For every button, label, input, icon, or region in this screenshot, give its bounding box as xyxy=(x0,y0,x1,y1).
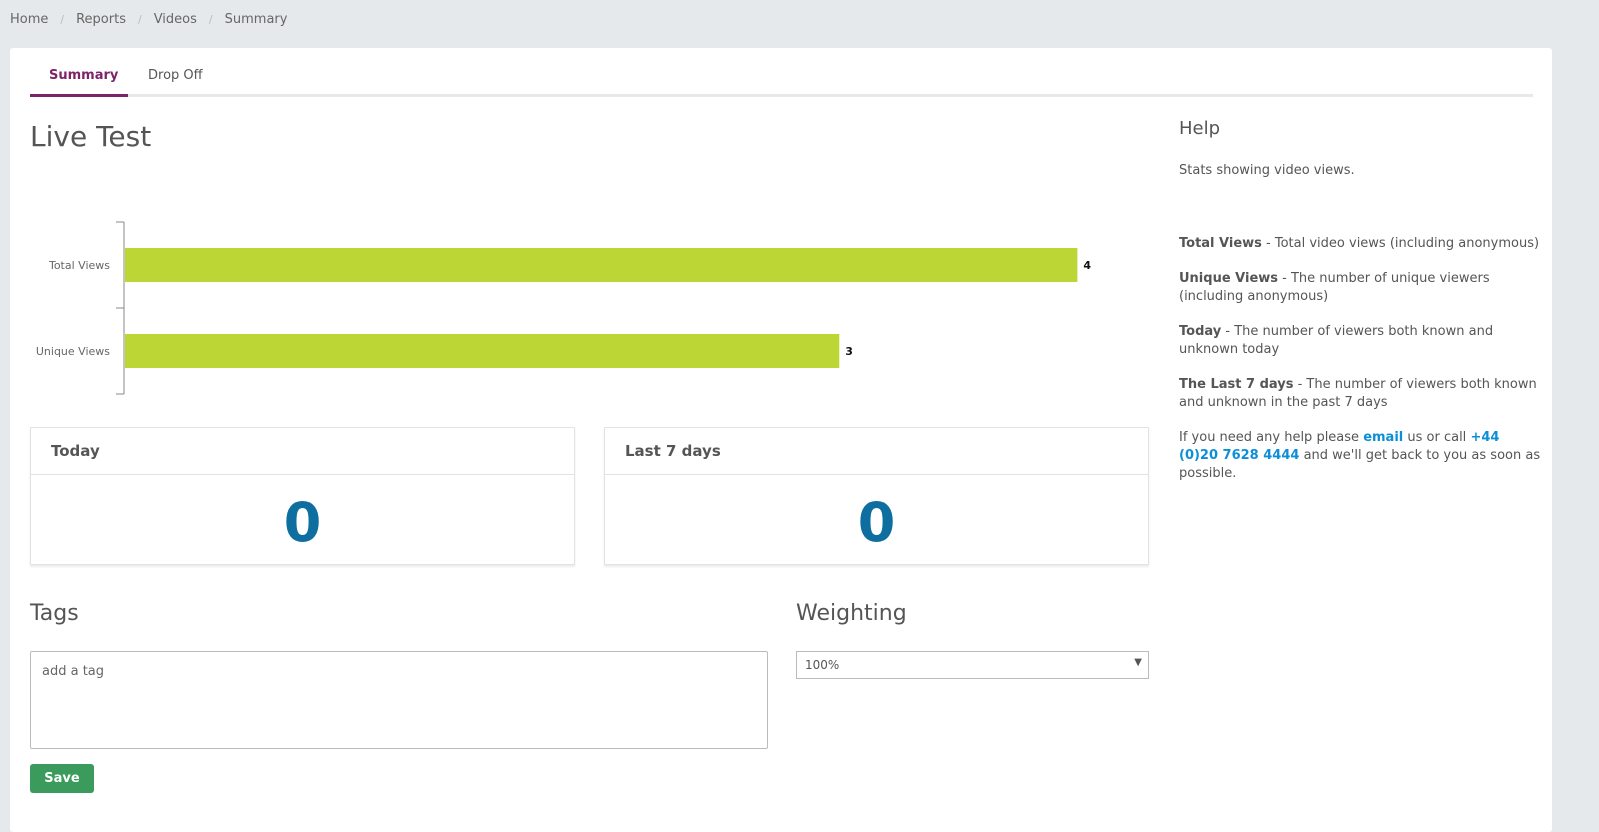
breadcrumb-separator: / xyxy=(137,13,142,26)
help-contact-text: us or call xyxy=(1403,430,1471,445)
bar xyxy=(125,248,1078,282)
help-term: Today xyxy=(1179,324,1222,339)
data-label: 4 xyxy=(1083,259,1091,272)
tab-drop-off[interactable]: Drop Off xyxy=(148,68,203,83)
breadcrumb-reports[interactable]: Reports xyxy=(76,12,126,27)
tab-bar: Summary Drop Off xyxy=(30,48,1533,97)
breadcrumb-separator: / xyxy=(60,13,65,26)
help-panel: Help Stats showing video views. Total Vi… xyxy=(1179,120,1541,500)
breadcrumb: Home / Reports / Videos / Summary xyxy=(10,12,287,27)
help-item-last-7-days: The Last 7 days - The number of viewers … xyxy=(1179,376,1541,412)
last7-stat-label: Last 7 days xyxy=(605,428,1148,475)
breadcrumb-separator: / xyxy=(208,13,213,26)
chart-svg: Total Views 4 Unique Views 3 xyxy=(36,221,1091,395)
y-tick-label: Total Views xyxy=(48,259,110,272)
dropdown-arrow-icon: ▼ xyxy=(1134,657,1142,668)
today-stat-value: 0 xyxy=(283,491,322,554)
data-label: 3 xyxy=(845,345,853,358)
page-title: Live Test xyxy=(30,120,152,153)
today-stat-label: Today xyxy=(31,428,574,475)
main-panel: Summary Drop Off Live Test Total Views 4 U… xyxy=(10,48,1552,832)
weighting-select[interactable]: 100% ▼ xyxy=(796,651,1149,679)
help-desc: - The number of viewers both known and u… xyxy=(1179,324,1494,357)
help-item-today: Today - The number of viewers both known… xyxy=(1179,323,1541,359)
weighting-selected-value: 100% xyxy=(805,658,840,672)
breadcrumb-videos[interactable]: Videos xyxy=(154,12,197,27)
help-term: Unique Views xyxy=(1179,271,1279,286)
tags-heading: Tags xyxy=(30,601,79,626)
tags-input[interactable]: add a tag xyxy=(30,651,768,749)
bar xyxy=(125,334,840,368)
weighting-heading: Weighting xyxy=(796,601,907,626)
help-title: Help xyxy=(1179,118,1221,139)
breadcrumb-summary: Summary xyxy=(224,12,288,27)
help-email-link[interactable]: email xyxy=(1363,430,1403,445)
help-contact: If you need any help please email us or … xyxy=(1179,429,1541,483)
help-intro: Stats showing video views. xyxy=(1179,163,1355,178)
today-stat-card: Today 0 xyxy=(30,427,575,565)
help-contact-text: If you need any help please xyxy=(1179,430,1364,445)
views-bar-chart: Total Views 4 Unique Views 3 xyxy=(30,218,1140,398)
active-tab-indicator xyxy=(30,94,128,97)
help-item-total-views: Total Views - Total video views (includi… xyxy=(1179,235,1541,253)
help-term: The Last 7 days xyxy=(1179,377,1294,392)
y-tick-label: Unique Views xyxy=(36,345,110,358)
breadcrumb-home[interactable]: Home xyxy=(10,12,48,27)
tab-summary[interactable]: Summary xyxy=(49,68,118,83)
last7-stat-card: Last 7 days 0 xyxy=(604,427,1149,565)
last7-stat-value: 0 xyxy=(857,491,896,554)
help-item-unique-views: Unique Views - The number of unique view… xyxy=(1179,270,1541,306)
help-term: Total Views xyxy=(1179,236,1262,251)
save-button[interactable]: Save xyxy=(30,764,94,793)
help-desc: - Total video views (including anonymous… xyxy=(1261,236,1540,251)
